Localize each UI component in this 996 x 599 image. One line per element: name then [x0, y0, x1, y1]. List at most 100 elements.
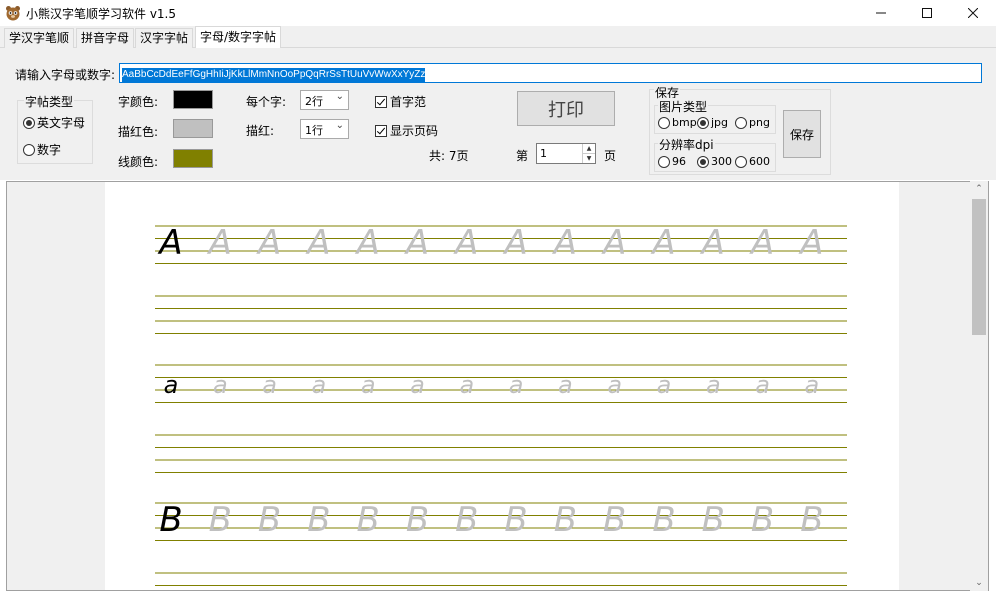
show-page-checkbox[interactable]: 显示页码	[375, 122, 438, 139]
page-number-stepper[interactable]: 1 ▲ ▼	[536, 143, 596, 164]
scroll-down-icon[interactable]: ⌄	[970, 575, 988, 591]
copybook-lines: A A A A A A A A A A A A A Aa a a a a a a a a a a a a aB B B B B B B B B B B B…	[155, 223, 847, 586]
trace-color-label: 描红色:	[118, 125, 159, 139]
trace-letter: A	[404, 223, 429, 263]
line-color-swatch[interactable]	[173, 149, 213, 168]
tab-learn-stroke[interactable]: 学汉字笔顺	[4, 28, 75, 48]
trace-letter: A	[749, 223, 774, 263]
trace-letter: B	[554, 500, 577, 540]
trace-letter: a	[312, 371, 327, 399]
show-page-label: 显示页码	[390, 124, 439, 138]
maximize-button[interactable]	[904, 0, 950, 26]
char-color-swatch[interactable]	[173, 90, 213, 109]
radio-off-icon	[658, 116, 670, 129]
window-title: 小熊汉字笔顺学习软件 v1.5	[26, 7, 177, 21]
per-char-select[interactable]: 2行 ⌄	[300, 90, 349, 110]
trace-letter: a	[607, 371, 622, 399]
stepper-up-icon[interactable]: ▲	[583, 144, 595, 153]
trace-letter: A	[207, 223, 232, 263]
trace-letter: B	[455, 500, 478, 540]
radio-on-icon	[23, 116, 35, 129]
type-english-label: 英文字母	[37, 116, 86, 130]
vertical-scrollbar[interactable]: ⌃ ⌄	[970, 181, 988, 591]
trace-letter: a	[657, 371, 672, 399]
minimize-button[interactable]	[858, 0, 904, 26]
image-jpg-radio[interactable]: jpg	[697, 116, 728, 129]
model-letter: a	[164, 371, 179, 399]
trace-letter: B	[504, 500, 527, 540]
trace-letter: A	[305, 223, 330, 263]
minimize-icon	[876, 12, 886, 14]
copybook-type-title: 字帖类型	[24, 93, 75, 110]
tab-hanzi-copybook[interactable]: 汉字字帖	[135, 28, 194, 48]
print-button[interactable]: 打印	[517, 91, 615, 126]
per-char-label: 每个字:	[246, 95, 287, 109]
radio-off-icon	[735, 116, 747, 129]
trace-letter: B	[307, 500, 330, 540]
trace-letter: a	[361, 371, 376, 399]
trace-letter: a	[755, 371, 770, 399]
close-button[interactable]	[950, 0, 996, 26]
trace-letter: A	[798, 223, 823, 263]
save-group: 保存 图片类型 bmp jpg png 分辨率dpi 96 300 600 保存	[649, 84, 831, 175]
checkbox-checked-icon	[375, 95, 387, 108]
trace-letter: A	[650, 223, 675, 263]
trace-letter: B	[209, 500, 232, 540]
dpi-600-label: 600	[749, 155, 770, 168]
tab-letter-number-copybook[interactable]: 字母/数字字帖	[195, 26, 282, 49]
dpi-600-radio[interactable]: 600	[735, 155, 770, 168]
type-english-radio[interactable]: 英文字母	[23, 114, 85, 131]
dpi-300-radio[interactable]: 300	[697, 155, 732, 168]
settings-panel: 请输入字母或数字: AaBbCcDdEeFfGgHhIiJjKkLlMmNnOo…	[0, 48, 996, 180]
page-suffix: 页	[604, 149, 617, 163]
scroll-thumb[interactable]	[972, 199, 986, 335]
trace-color-swatch[interactable]	[173, 119, 213, 138]
trace-rows-value: 1行	[305, 124, 323, 137]
bear-app-icon	[5, 5, 21, 21]
trace-letter: A	[601, 223, 626, 263]
dpi-300-label: 300	[711, 155, 732, 168]
per-char-value: 2行	[305, 95, 323, 108]
save-button[interactable]: 保存	[783, 110, 821, 158]
line-color-label: 线颜色:	[118, 155, 159, 169]
trace-letter: a	[459, 371, 474, 399]
first-char-checkbox[interactable]: 首字范	[375, 93, 426, 110]
trace-letter: B	[652, 500, 675, 540]
trace-letter: B	[702, 500, 725, 540]
dpi-96-radio[interactable]: 96	[658, 155, 686, 168]
image-bmp-label: bmp	[672, 116, 697, 129]
chevron-down-icon: ⌄	[335, 120, 344, 131]
image-png-radio[interactable]: png	[735, 116, 770, 129]
scroll-up-icon[interactable]: ⌃	[970, 181, 988, 197]
total-pages: 共: 7页	[429, 149, 469, 163]
trace-letter: B	[800, 500, 823, 540]
letters-input-value: AaBbCcDdEeFfGgHhIiJjKkLlMmNnOoPpQqRrSsTt…	[122, 68, 426, 82]
trace-letter: a	[410, 371, 425, 399]
trace-letter: a	[213, 371, 228, 399]
copybook-preview: AAAAAAAAAAAAAAaaaaaaaaaaaaaaBBBBBBBBBBBB…	[6, 181, 989, 591]
letters-input[interactable]: AaBbCcDdEeFfGgHhIiJjKkLlMmNnOoPpQqRrSsTt…	[119, 63, 982, 83]
dpi-96-label: 96	[672, 155, 686, 168]
chevron-down-icon: ⌄	[335, 91, 344, 102]
trace-letter: B	[603, 500, 626, 540]
image-jpg-label: jpg	[711, 116, 729, 129]
stepper-down-icon[interactable]: ▼	[583, 153, 595, 162]
trace-letter: a	[706, 371, 721, 399]
trace-letter: a	[262, 371, 277, 399]
stepper-buttons: ▲ ▼	[582, 144, 595, 163]
trace-letter: A	[453, 223, 478, 263]
radio-on-icon	[697, 116, 709, 129]
char-color-label: 字颜色:	[118, 95, 159, 109]
trace-rows-select[interactable]: 1行 ⌄	[300, 119, 349, 139]
trace-letter: B	[751, 500, 774, 540]
trace-letter: B	[258, 500, 281, 540]
tab-pinyin[interactable]: 拼音字母	[76, 28, 135, 48]
trace-letter: A	[502, 223, 527, 263]
trace-letter: a	[805, 371, 820, 399]
image-bmp-radio[interactable]: bmp	[658, 116, 697, 129]
trace-letter: B	[357, 500, 380, 540]
radio-off-icon	[23, 143, 35, 156]
type-number-radio[interactable]: 数字	[23, 141, 61, 158]
image-type-group: 图片类型 bmp jpg png	[654, 98, 776, 134]
tab-bar: 学汉字笔顺 拼音字母 汉字字帖 字母/数字字帖	[0, 26, 996, 49]
